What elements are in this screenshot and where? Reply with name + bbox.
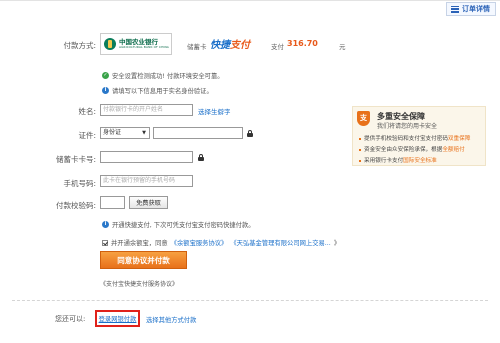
- agree-checkbox[interactable]: [102, 239, 108, 246]
- security-item: 资金安全由众安保险承保，根据全额赔付: [359, 145, 465, 153]
- amount-value: 316.70: [287, 39, 318, 48]
- login-bank-link[interactable]: 登录网银付款: [99, 314, 137, 323]
- bank-logo: 中国农业银行 AGRICULTURAL BANK OF CHINA: [100, 33, 172, 55]
- order-detail-button[interactable]: 订单详情: [446, 2, 496, 16]
- payment-method-label: 付款方式:: [63, 41, 96, 50]
- express-right: 支付: [230, 40, 250, 51]
- name-input[interactable]: 付款银行卡的开户姓名: [100, 104, 193, 116]
- lock-icon: [198, 154, 204, 161]
- abc-bank-icon: [104, 38, 116, 50]
- info-icon: i: [102, 87, 109, 94]
- alipay-agreement-link[interactable]: 《支付宝快捷支付服务协议》: [100, 279, 178, 288]
- agree-prefix: 并开通余额宝，同意: [111, 240, 168, 247]
- name-label: 姓名:: [78, 107, 96, 116]
- security-ok-notice: ✓ 安全设置检测成功! 付款环境安全可靠。: [102, 71, 224, 80]
- id-number-input[interactable]: [153, 127, 243, 139]
- agree-and-pay-button[interactable]: 同意协议并付款: [100, 251, 187, 269]
- id-label: 证件:: [78, 131, 96, 140]
- card-number-input[interactable]: [100, 151, 193, 163]
- list-icon: [451, 5, 459, 13]
- card-number-label: 储蓄卡卡号:: [55, 155, 96, 164]
- express-left: 快捷: [210, 40, 230, 51]
- quick-pay-notice: i 开通快捷支付, 下次可凭支付宝支付密码快捷付款。: [102, 220, 255, 229]
- security-item: 采用银行卡支付国际安全标准: [359, 156, 437, 164]
- fill-info-notice: i 请填写以下信息用于实名身份验证。: [102, 86, 213, 95]
- bank-name-en: AGRICULTURAL BANK OF CHINA: [119, 44, 169, 49]
- yuebao-agreement-link[interactable]: 《余额宝服务协议》: [171, 238, 228, 247]
- id-type-value: 身份证: [103, 129, 122, 136]
- amount-unit: 元: [339, 43, 346, 51]
- security-panel: 支 多重安全保障 我们将请您的用卡安全 提供手机校验码和支付宝支付密码双重保障 …: [352, 106, 486, 166]
- login-bank-highlight[interactable]: 登录网银付款: [95, 310, 140, 327]
- verify-code-label: 付款校验码:: [55, 201, 96, 210]
- other-method-link[interactable]: 选择其他方式付款: [146, 315, 196, 324]
- shield-icon: 支: [357, 111, 370, 126]
- quick-pay-text: 开通快捷支付, 下次可凭支付宝支付密码快捷付款。: [112, 222, 255, 229]
- info-icon: i: [102, 221, 109, 228]
- card-type: 储蓄卡: [187, 43, 207, 51]
- security-ok-text: 安全设置检测成功! 付款环境安全可靠。: [112, 73, 224, 80]
- section-divider: [12, 300, 488, 301]
- fill-info-text: 请填写以下信息用于实名身份验证。: [112, 88, 213, 95]
- get-sms-code-button[interactable]: 免费获取: [129, 196, 168, 209]
- verify-code-input[interactable]: [100, 196, 125, 209]
- dropdown-arrow-icon: ▼: [142, 130, 146, 136]
- phone-label: 手机号码:: [63, 179, 96, 188]
- other-options-label: 您还可以:: [55, 315, 86, 323]
- lock-icon: [247, 130, 253, 137]
- agree-suffix: 》: [333, 240, 341, 247]
- top-divider: [0, 0, 500, 1]
- check-circle-icon: ✓: [102, 72, 109, 79]
- security-item: 提供手机校验码和支付宝支付密码双重保障: [359, 134, 470, 142]
- security-subtitle: 我们将请您的用卡安全: [377, 123, 438, 130]
- express-pay-logo: 快捷支付: [210, 36, 250, 51]
- tianhong-agreement-link[interactable]: 《天弘基金管理有限公司网上交易...: [230, 238, 330, 247]
- amount-label: 支付: [271, 43, 284, 51]
- order-detail-label: 订单详情: [462, 5, 490, 13]
- id-type-select[interactable]: 身份证 ▼: [100, 127, 150, 139]
- rare-char-link[interactable]: 选择生僻字: [198, 106, 231, 116]
- agreement-row: 并开通余额宝，同意 《余额宝服务协议》 《天弘基金管理有限公司网上交易... 》: [102, 238, 340, 247]
- phone-input[interactable]: 此卡在银行预留的手机号码: [100, 175, 193, 187]
